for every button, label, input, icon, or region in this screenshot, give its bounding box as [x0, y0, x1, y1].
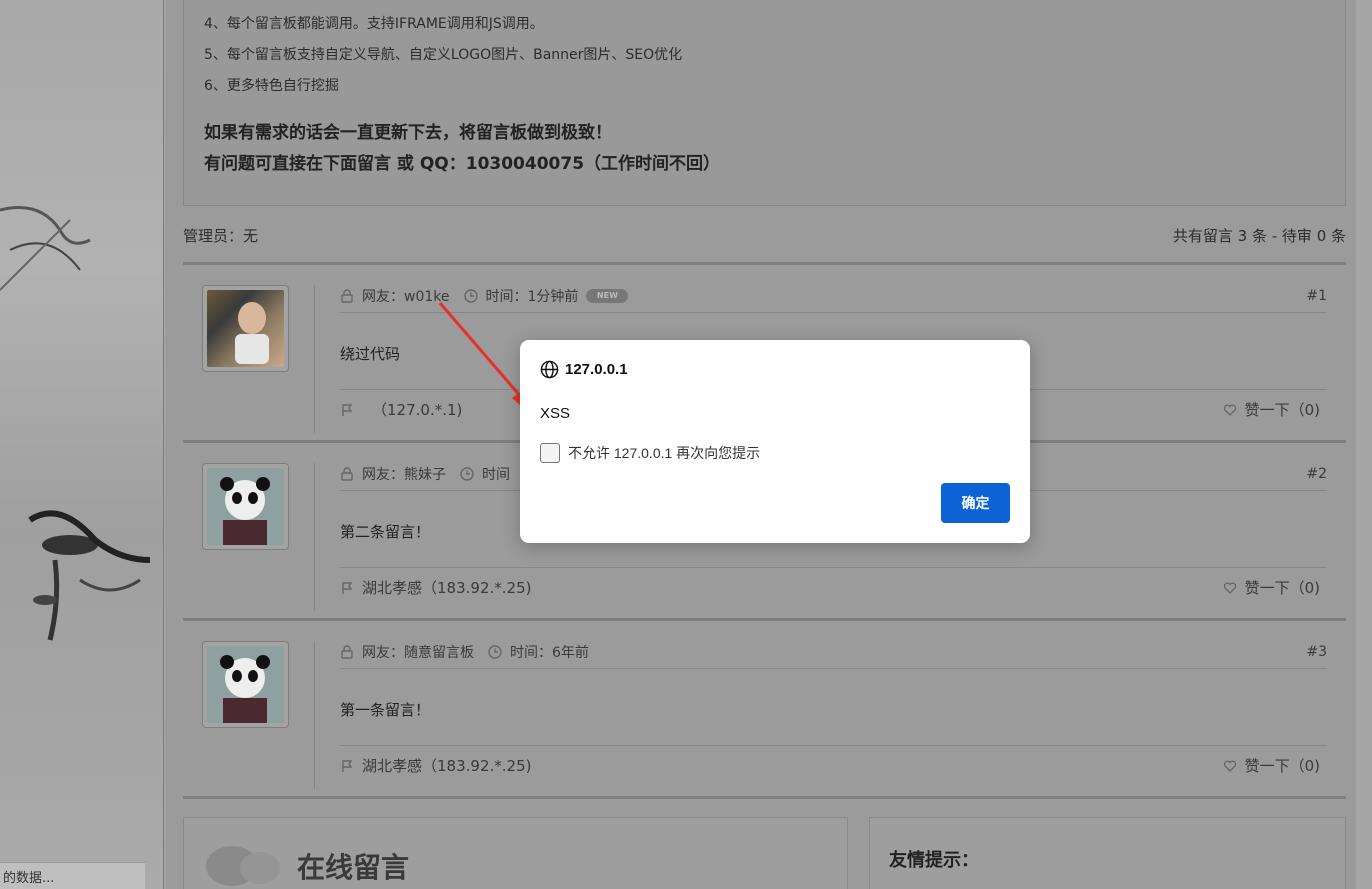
suppress-dialogs-option[interactable]: 不允许 127.0.0.1 再次向您提示	[540, 443, 760, 463]
dialog-origin-text: 127.0.0.1	[565, 361, 628, 378]
alert-dialog: 127.0.0.1 XSS 不允许 127.0.0.1 再次向您提示 确定	[520, 340, 1030, 543]
suppress-dialogs-label: 不允许 127.0.0.1 再次向您提示	[568, 445, 761, 461]
dialog-message: XSS	[540, 405, 571, 422]
globe-icon	[540, 360, 559, 379]
ok-button[interactable]: 确定	[941, 483, 1010, 523]
suppress-dialogs-checkbox[interactable]	[540, 443, 560, 463]
dialog-origin: 127.0.0.1	[540, 360, 628, 379]
